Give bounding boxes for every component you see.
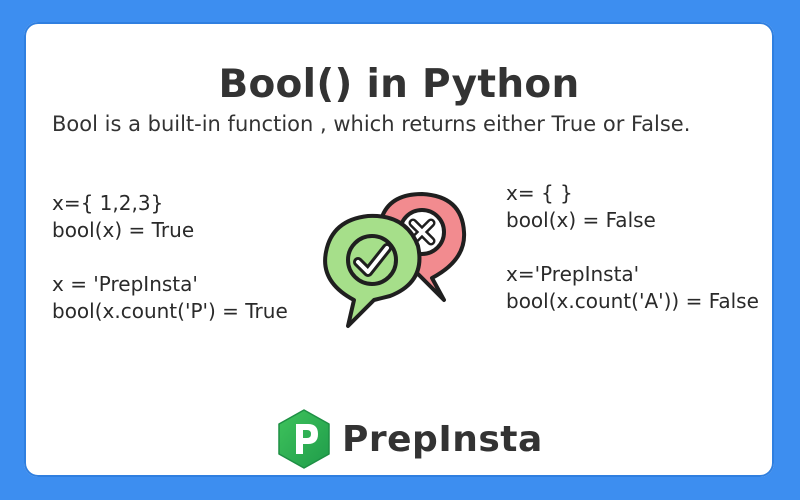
true-examples: x={ 1,2,3} bool(x) = True x = 'PrepInsta…	[52, 190, 288, 325]
example-line: bool(x.count('P') = True	[52, 299, 288, 323]
example-line: bool(x) = True	[52, 218, 195, 242]
example-line: bool(x) = False	[506, 208, 656, 232]
example-line: x = 'PrepInsta'	[52, 272, 198, 296]
brand-name: PrepInsta	[342, 418, 543, 460]
check-bubble-icon	[323, 213, 422, 328]
page-title: Bool() in Python	[218, 62, 580, 107]
true-false-illustration	[314, 182, 474, 332]
false-examples: x= { } bool(x) = False x='PrepInsta' boo…	[506, 180, 759, 315]
content-card: Bool() in Python Bool is a built-in func…	[24, 22, 774, 477]
example-line: x='PrepInsta'	[506, 262, 640, 286]
example-line: x= { }	[506, 181, 573, 205]
prepinsta-logo-icon	[278, 409, 330, 469]
brand-footer: PrepInsta	[276, 407, 543, 471]
example-line: x={ 1,2,3}	[52, 191, 164, 215]
example-line: bool(x.count('A')) = False	[506, 289, 759, 313]
description-text: Bool is a built-in function , which retu…	[52, 112, 691, 136]
